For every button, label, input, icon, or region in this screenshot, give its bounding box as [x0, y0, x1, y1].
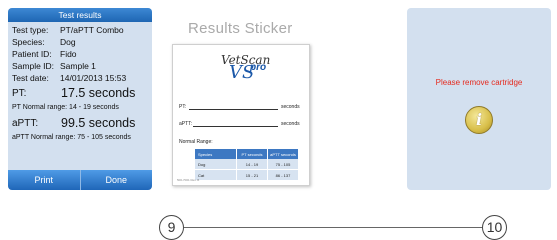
- field-label: Test date:: [12, 73, 49, 83]
- normal-range-table: Species PT seconds aPTT seconds Dog 14 -…: [195, 149, 298, 180]
- remove-cartridge-screen: Please remove cartridge i: [407, 8, 551, 190]
- table-row: Cat 15 - 21 86 - 137: [195, 169, 298, 180]
- field-value: Sample 1: [60, 61, 96, 71]
- table-header: Species: [195, 149, 237, 159]
- screen-title: Test results: [8, 8, 152, 22]
- field-test-date: Test date: 14/01/2013 15:53: [12, 72, 148, 84]
- field-label: Test type:: [12, 25, 49, 35]
- pro-logo-text: pro: [250, 62, 267, 73]
- step-10-badge: 10: [482, 215, 507, 240]
- sticker-heading: Results Sticker: [188, 20, 293, 37]
- pt-normal-range: PT Normal range: 14 - 19 seconds: [12, 104, 119, 111]
- table-cell: Cat: [195, 169, 237, 180]
- field-value: 14/01/2013 15:53: [60, 73, 127, 83]
- table-cell: 86 - 137: [267, 169, 298, 180]
- sticker-footer: 500-7001 Rev. B: [177, 178, 200, 182]
- aptt-result: aPTT: 99.5 seconds: [12, 114, 148, 132]
- table-cell: 15 - 21: [236, 169, 268, 180]
- field-label: Patient ID:: [12, 49, 52, 59]
- field-test-type: Test type: PT/aPTT Combo: [12, 24, 148, 36]
- info-icon[interactable]: i: [465, 106, 493, 134]
- table-cell: Dog: [195, 159, 237, 170]
- results-body: Test type: PT/aPTT Combo Species: Dog Pa…: [8, 22, 152, 144]
- field-value: PT/aPTT Combo: [60, 25, 124, 35]
- field-label: Species:: [12, 37, 45, 47]
- test-results-screen: Test results Test type: PT/aPTT Combo Sp…: [8, 8, 152, 190]
- results-sticker: VetScan VS pro PT: seconds aPTT: seconds…: [172, 44, 310, 186]
- table-header-row: Species PT seconds aPTT seconds: [195, 149, 298, 159]
- sticker-pt-label: PT:: [179, 104, 187, 110]
- field-value: Fido: [60, 49, 77, 59]
- field-label: Sample ID:: [12, 61, 55, 71]
- field-species: Species: Dog: [12, 36, 148, 48]
- step-connector-line: [184, 227, 482, 228]
- normal-range-label: Normal Range:: [179, 139, 213, 145]
- field-patient-id: Patient ID: Fido: [12, 48, 148, 60]
- button-bar: Print Done: [8, 170, 152, 190]
- sticker-aptt-label: aPTT:: [179, 121, 193, 127]
- field-value: Dog: [60, 37, 76, 47]
- field-sample-id: Sample ID: Sample 1: [12, 60, 148, 72]
- pt-write-line: [189, 109, 278, 110]
- step-9-badge: 9: [159, 215, 184, 240]
- print-button[interactable]: Print: [8, 170, 80, 190]
- sticker-pt-unit: seconds: [281, 104, 300, 110]
- aptt-write-line: [193, 126, 278, 127]
- remove-cartridge-message: Please remove cartridge: [435, 78, 523, 87]
- pt-label: PT:: [12, 87, 27, 99]
- table-row: Dog 14 - 19 75 - 105: [195, 159, 298, 170]
- aptt-normal-range: aPTT Normal range: 75 - 105 seconds: [12, 134, 131, 141]
- table-cell: 14 - 19: [236, 159, 268, 170]
- table-header: aPTT seconds: [267, 149, 298, 159]
- aptt-label: aPTT:: [12, 117, 39, 129]
- table-header: PT seconds: [236, 149, 268, 159]
- pt-result: PT: 17.5 seconds: [12, 84, 148, 102]
- pt-value: 17.5 seconds: [61, 86, 136, 100]
- sticker-aptt-unit: seconds: [281, 121, 300, 127]
- aptt-value: 99.5 seconds: [61, 116, 136, 130]
- done-button[interactable]: Done: [79, 170, 152, 190]
- table-cell: 75 - 105: [267, 159, 298, 170]
